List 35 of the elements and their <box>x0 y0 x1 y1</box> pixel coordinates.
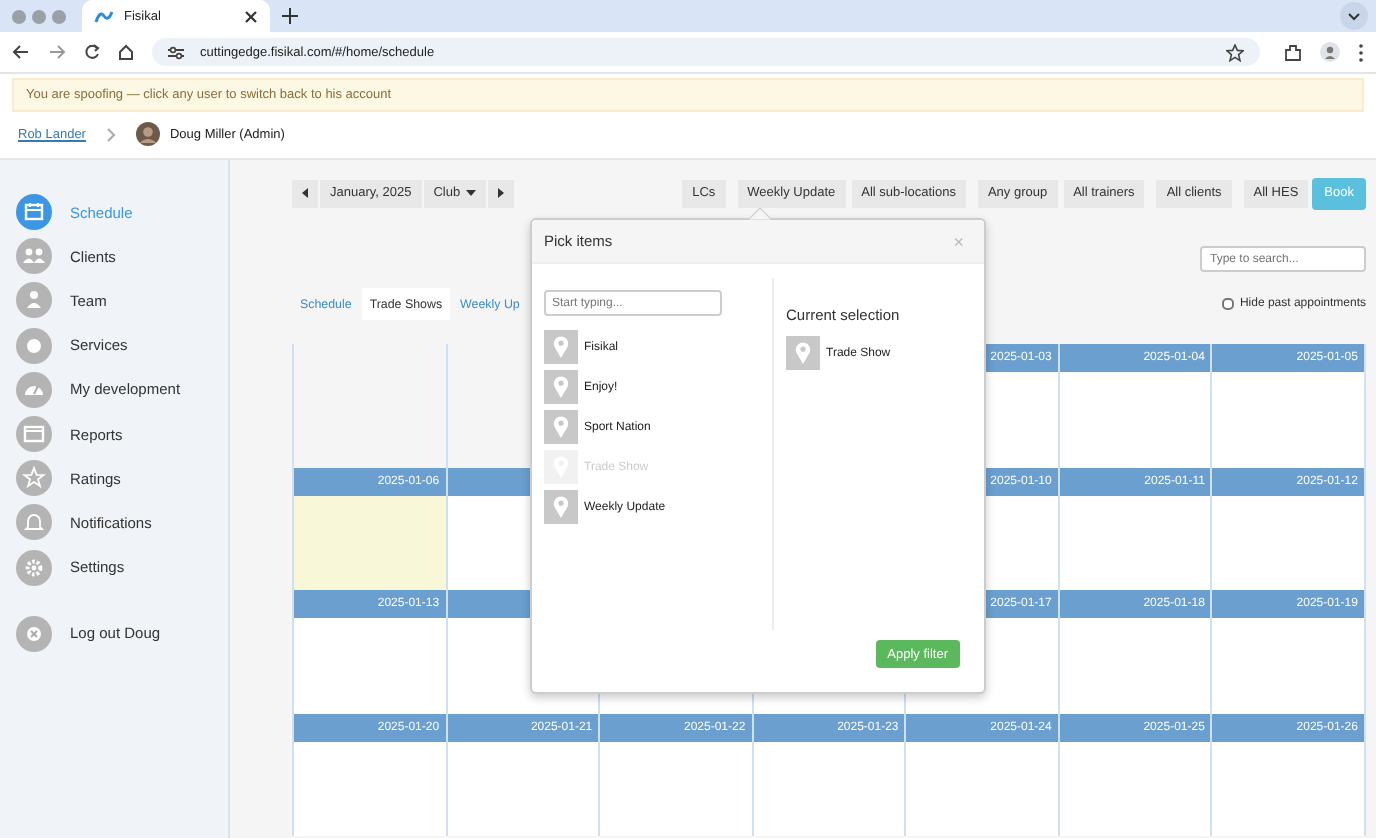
caret-left-icon <box>302 188 308 198</box>
avatar <box>135 122 160 146</box>
caret-down-icon <box>466 190 477 196</box>
next-button[interactable] <box>488 179 515 207</box>
circle-icon <box>16 327 52 364</box>
close-icon <box>244 9 258 23</box>
settings-icon <box>16 549 52 586</box>
reload-icon <box>84 44 100 60</box>
new-tab-icon <box>282 8 298 24</box>
home-icon <box>118 44 134 60</box>
extensions-icon <box>1284 43 1302 61</box>
location-pin-icon <box>544 490 578 524</box>
chevron-right-icon <box>105 127 116 141</box>
previous-button[interactable] <box>292 179 318 207</box>
site-settings-icon <box>168 45 184 59</box>
person-icon <box>16 282 52 319</box>
profile-icon <box>1320 42 1340 62</box>
calendar-icon <box>16 194 52 231</box>
checkbox[interactable] <box>1221 298 1234 310</box>
location-pin-icon <box>544 410 578 444</box>
gauge-icon <box>16 371 52 408</box>
location-pin-icon <box>544 370 578 404</box>
forward-icon <box>48 44 66 60</box>
more-icon <box>1358 43 1364 61</box>
location-pin-icon <box>544 330 578 364</box>
bookmark-star-icon <box>1226 43 1244 61</box>
chevron-down-icon <box>1340 2 1368 30</box>
location-pin-icon <box>786 336 820 370</box>
back-icon <box>12 44 30 60</box>
caret-right-icon <box>498 188 505 198</box>
bell-icon <box>16 504 52 541</box>
window-icon <box>16 416 52 453</box>
close-circle-icon <box>16 615 52 652</box>
logo-icon <box>94 9 114 23</box>
people-icon <box>16 238 52 275</box>
